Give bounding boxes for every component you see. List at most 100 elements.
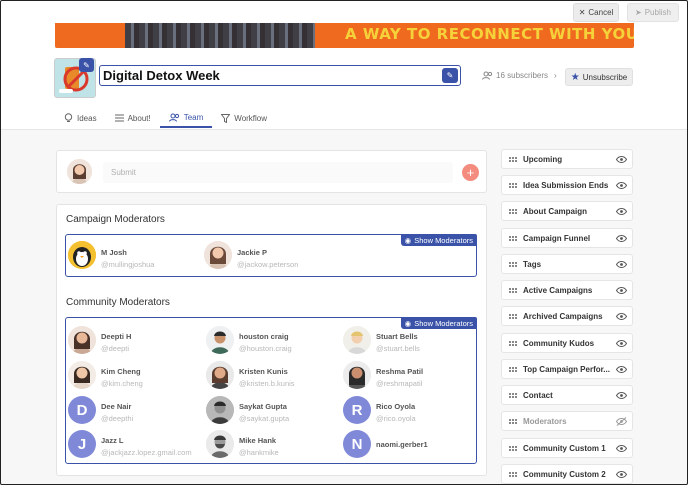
drag-handle-icon[interactable] [509,313,518,319]
tab-workflow-label: Workflow [234,113,268,123]
widget-community-custom-1[interactable]: Community Custom 1 [501,438,633,458]
subscribers-count: 16 subscribers [496,71,549,80]
show-moderators-label: Show Moderators [414,235,473,245]
drag-handle-icon[interactable] [509,471,518,477]
avatar: R [343,396,371,424]
publish-button[interactable]: ➤ Publish [627,3,679,22]
eye-icon[interactable] [614,207,628,215]
eye-icon[interactable] [614,444,628,452]
drag-handle-icon[interactable] [509,340,518,346]
member-handle: @reshmapatil [376,379,423,388]
campaign-tabs: Ideas About! Team Workflow [55,108,276,128]
widget-label: Contact [523,390,553,400]
widget-archived-campaigns[interactable]: Archived Campaigns [501,306,633,326]
member-name: Kristen Kunis [239,367,288,376]
eye-icon[interactable] [614,470,628,478]
member-handle: @houston.craig [239,344,292,353]
widget-label: Community Kudos [523,338,595,348]
widget-top-campaign-performers[interactable]: Top Campaign Perfor... [501,359,633,379]
tab-workflow[interactable]: Workflow [212,108,276,128]
avatar [206,430,234,458]
widget-about-campaign[interactable]: About Campaign [501,201,633,221]
cancel-button[interactable]: ✕ Cancel [573,3,619,22]
submit-input[interactable]: Submit [103,162,453,183]
campaign-moderators-list: ◉ Show Moderators M Josh @mullingjoshua … [65,234,477,277]
eye-icon[interactable] [614,391,628,399]
member-name: houston craig [239,332,289,341]
subscribers-link[interactable]: 16 subscribers › [482,71,557,80]
widget-idea-submission-ends[interactable]: Idea Submission Ends [501,175,633,195]
show-moderators-button[interactable]: ◉ Show Moderators [400,317,477,329]
member-handle: @kim.cheng [101,379,143,388]
eye-off-icon[interactable] [614,416,628,426]
member-name: Mike Hank [239,436,277,445]
tab-team[interactable]: Team [159,108,213,128]
send-icon: ➤ [635,8,642,17]
drag-handle-icon[interactable] [509,235,518,241]
eye-icon[interactable] [614,286,628,294]
edit-title-button[interactable]: ✎ [442,68,458,83]
eye-icon: ◉ [404,235,412,245]
member-name: Saykat Gupta [239,402,287,411]
community-moderators-list: ◉ Show Moderators Deepti H @deepti houst… [65,317,477,464]
star-icon: ★ [570,71,580,83]
drag-handle-icon[interactable] [509,261,518,267]
widget-label: Active Campaigns [523,285,593,295]
avatar [206,326,234,354]
unsubscribe-label: Unsubscribe [582,72,628,82]
widget-label: About Campaign [523,206,587,216]
drag-handle-icon[interactable] [509,156,518,162]
widget-label: Moderators [523,416,567,426]
eye-icon[interactable] [614,312,628,320]
show-moderators-button[interactable]: ◉ Show Moderators [400,234,477,246]
drag-handle-icon[interactable] [509,208,518,214]
campaign-title: Digital Detox Week [103,68,220,83]
widget-upcoming[interactable]: Upcoming [501,149,633,169]
drag-handle-icon[interactable] [509,366,518,372]
eye-icon[interactable] [614,339,628,347]
campaign-title-field[interactable]: Digital Detox Week ✎ [99,65,461,86]
eye-icon[interactable] [614,234,628,242]
member-name: Reshma Patil [376,367,424,376]
widget-community-kudos[interactable]: Community Kudos [501,333,633,353]
unsubscribe-button[interactable]: ★ Unsubscribe [565,68,633,86]
widget-label: Upcoming [523,154,563,164]
tab-ideas-label: Ideas [77,113,97,123]
member-name: M Josh [101,248,127,257]
widget-label: Top Campaign Perfor... [523,364,610,374]
eye-icon[interactable] [614,155,628,163]
member-handle: @deepti [101,344,130,353]
widget-label: Archived Campaigns [523,311,603,321]
eye-icon[interactable] [614,365,628,373]
users-icon [168,113,179,122]
add-button[interactable]: + [462,164,479,181]
cancel-button-label: Cancel [588,8,614,17]
avatar [343,326,371,354]
widget-active-campaigns[interactable]: Active Campaigns [501,280,633,300]
member-handle: @stuart.bells [376,344,420,353]
drag-handle-icon[interactable] [509,418,518,424]
member-handle: @deepthi [101,414,134,423]
drag-handle-icon[interactable] [509,392,518,398]
edit-image-button[interactable]: ✎ [79,58,94,72]
avatar [67,159,92,184]
widget-campaign-funnel[interactable]: Campaign Funnel [501,228,633,248]
widget-label: Idea Submission Ends [523,180,609,190]
tab-ideas[interactable]: Ideas [55,108,106,128]
eye-icon[interactable] [614,260,628,268]
show-moderators-label: Show Moderators [414,318,473,328]
tab-about[interactable]: About! [106,108,160,128]
widget-label: Community Custom 1 [523,443,606,453]
widget-tags[interactable]: Tags [501,254,633,274]
widget-moderators[interactable]: Moderators [501,411,633,431]
users-icon [482,71,493,80]
bulb-icon [64,113,73,122]
drag-handle-icon[interactable] [509,182,518,188]
eye-icon[interactable] [614,181,628,189]
avatar [206,361,234,389]
widget-contact[interactable]: Contact [501,385,633,405]
drag-handle-icon[interactable] [509,287,518,293]
member-handle: @jackow.peterson [237,260,299,269]
widget-community-custom-2[interactable]: Community Custom 2 [501,464,633,484]
drag-handle-icon[interactable] [509,445,518,451]
